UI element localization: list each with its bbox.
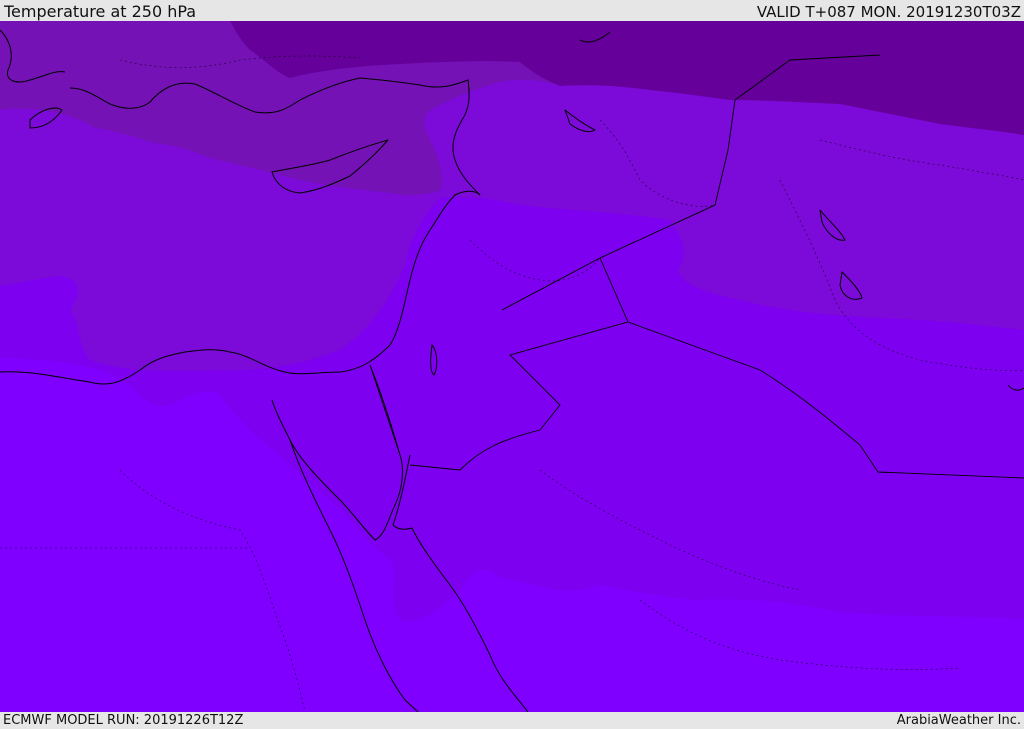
valid-time: VALID T+087 MON. 20191230T03Z (756, 3, 1021, 21)
map-title: Temperature at 250 hPa (4, 2, 197, 21)
credit-label: ArabiaWeather Inc. (896, 713, 1021, 728)
temperature-map (0, 21, 1024, 712)
model-run-label: ECMWF MODEL RUN: 20191226T12Z (3, 713, 244, 728)
